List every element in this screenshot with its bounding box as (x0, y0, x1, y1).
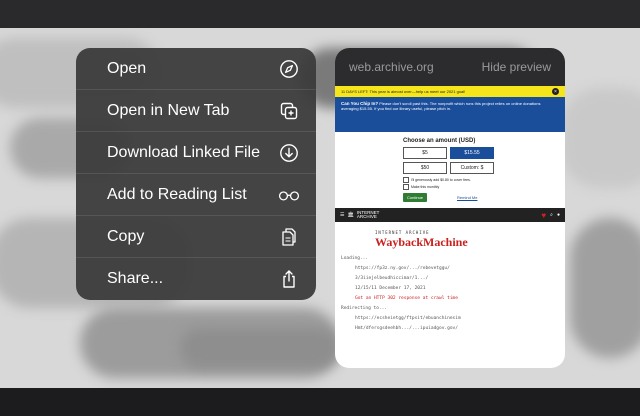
monthly-checkbox-label: Make this monthly (411, 185, 440, 189)
preview-header: web.archive.org Hide preview (335, 48, 565, 86)
ia-logo-line2: ARCHIVE (356, 214, 377, 219)
download-icon (278, 142, 300, 164)
menu-item-add-to-reading-list[interactable]: Add to Reading List (76, 174, 316, 216)
user-icon[interactable]: ● (557, 212, 560, 218)
copy-icon (278, 226, 300, 248)
donate-heading: Choose an amount (USD) (403, 138, 476, 144)
amount-option-selected[interactable]: $15.55 (450, 147, 494, 159)
hide-preview-button[interactable]: Hide preview (482, 60, 551, 74)
menu-item-label: Add to Reading List (107, 185, 247, 203)
menu-item-copy[interactable]: Copy (76, 216, 316, 258)
wayback-logo: INTERNET ARCHIVE WaybackMachine (375, 230, 559, 250)
custom-amount-field[interactable]: Custom: $ (450, 162, 494, 174)
menu-item-download-linked-file[interactable]: Download Linked File (76, 132, 316, 174)
share-icon (278, 268, 300, 290)
url-line: 12/15/11 December 17, 2021 (355, 286, 426, 291)
fees-checkbox-label: I'll generously add $0.80 to cover fees. (411, 178, 471, 182)
menu-item-label: Open (107, 59, 147, 77)
amount-option[interactable]: $50 (403, 162, 447, 174)
context-menu: Open Open in New Tab Download Linked Fil… (76, 48, 316, 300)
menu-item-label: Copy (107, 227, 145, 245)
wayback-logo-big: WaybackMachine (375, 235, 468, 249)
link-preview[interactable]: web.archive.org Hide preview 11 DAYS LEF… (335, 48, 565, 368)
menu-item-label: Share... (107, 270, 164, 287)
compass-icon (278, 58, 300, 80)
loading-text: Loading... (341, 256, 369, 261)
url-line: 3/3iiejelbeudhiccimar/1.../ (355, 276, 429, 281)
new-tab-icon (278, 100, 300, 122)
wayback-content: INTERNET ARCHIVE WaybackMachine Loading.… (335, 222, 565, 331)
heart-icon[interactable]: ♥ (541, 211, 546, 220)
top-bar (0, 0, 640, 28)
internet-archive-logo[interactable]: ☰ 🏛 INTERNET ARCHIVE (340, 210, 379, 220)
menu-item-label: Download Linked File (107, 143, 260, 161)
amount-option[interactable]: $5 (403, 147, 447, 159)
preview-url: web.archive.org (349, 60, 434, 74)
glasses-icon (278, 184, 300, 206)
menu-item-open[interactable]: Open (76, 48, 316, 90)
search-icon[interactable]: ⌕ (550, 212, 553, 218)
archive-building-icon: 🏛 (347, 212, 354, 218)
menu-item-label: Open in New Tab (107, 101, 230, 119)
internet-archive-nav: ☰ 🏛 INTERNET ARCHIVE ♥ ⌕ ● (335, 208, 565, 222)
yellow-banner-text: 11 DAYS LEFT: This year is almost over—h… (341, 89, 466, 94)
redirect-text: Redirecting to... (341, 306, 388, 311)
menu-item-open-new-tab[interactable]: Open in New Tab (76, 90, 316, 132)
menu-icon[interactable]: ☰ (340, 212, 344, 218)
close-icon[interactable]: × (552, 88, 559, 95)
redirect-url-line: Hmt/dfersgsdeehbh.../...ipuiadgov.gov/ (355, 326, 458, 331)
donation-banner: Can You Chip In? Please don't scroll pas… (335, 97, 565, 132)
error-line: Got an HTTP 302 response at crawl time (355, 296, 458, 301)
donation-form: Choose an amount (USD) $5 $15.55 $50 Cus… (335, 132, 565, 208)
continue-button[interactable]: Continue (403, 193, 428, 202)
menu-item-share[interactable]: Share... (76, 258, 316, 300)
bottom-bar (0, 388, 640, 416)
yellow-banner: 11 DAYS LEFT: This year is almost over—h… (335, 86, 565, 97)
url-line: https://fp3z.ny.gov/.../rebevetggu/ (355, 266, 450, 271)
monthly-checkbox[interactable]: Make this monthly (403, 184, 565, 190)
remind-me-link[interactable]: Remind Me (457, 195, 477, 200)
fees-checkbox[interactable]: I'll generously add $0.80 to cover fees. (403, 177, 565, 183)
redirect-url-line: https://ecsheietgg/ftpsit/ebuanchinesim (355, 316, 461, 321)
